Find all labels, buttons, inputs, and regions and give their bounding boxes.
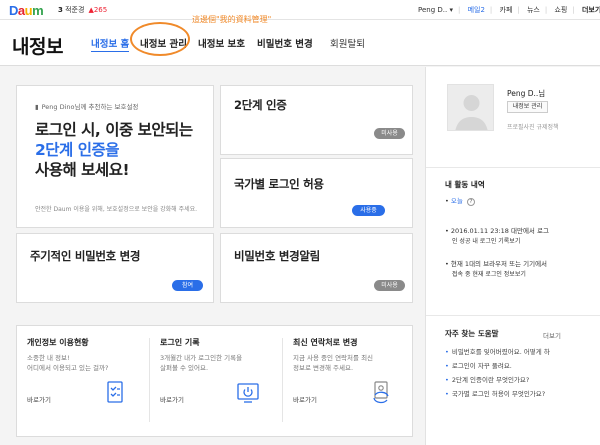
tab-password-change[interactable]: 비밀번호 변경 — [257, 36, 313, 50]
help-icon[interactable]: ? — [466, 198, 475, 206]
status-badge[interactable]: 미사용 — [374, 280, 405, 291]
item-desc: 지금 사용 중인 연락처를 최신 정보로 변경해 주세요. — [293, 354, 374, 372]
help-more-link[interactable]: 더보기 — [543, 330, 561, 340]
pin-icon: ▮ — [35, 103, 39, 111]
annotation-circle — [130, 22, 190, 56]
go-link[interactable]: 바로가기 — [160, 394, 184, 404]
two-step-card[interactable]: 2단계 인증 미사용 — [220, 85, 413, 155]
tab-myinfo-home[interactable]: 내정보 홈 — [91, 36, 130, 52]
nav-mail[interactable]: 메일2 — [468, 6, 485, 14]
help-heading: 자주 찾는 도움말 — [445, 329, 499, 338]
status-badge[interactable]: 참여 — [172, 280, 203, 291]
top-nav: Peng D.. ▾| 메일2| 카페| 뉴스| 쇼핑| 더보기 ▾ — [418, 5, 600, 15]
card-title: 비밀번호 변경알림 — [234, 249, 320, 263]
divider — [426, 167, 600, 168]
card-title: 2단계 인증 — [234, 98, 287, 112]
card-title: 국가별 로그인 허용 — [234, 177, 324, 191]
profile-photo-policy-link[interactable]: 프로필사진 규제정책 — [507, 122, 559, 131]
annotation-text: 這邊個"我的資料管理" — [192, 15, 272, 24]
promo-line-3: 사용해 보세요! — [35, 161, 130, 179]
tab-withdraw[interactable]: 회원탈퇴 — [330, 36, 365, 50]
help-item[interactable]: • 비밀번호를 잊어버렸어요. 어떻게 하 — [445, 346, 550, 356]
periodic-password-card[interactable]: 주기적인 비밀번호 변경 참여 — [16, 233, 214, 303]
nav-more[interactable]: 더보기 ▾ — [582, 6, 600, 14]
contact-update-item[interactable]: 최신 연락처로 변경 지금 사용 중인 연락처를 최신 정보로 변경해 주세요. … — [283, 326, 414, 438]
go-link[interactable]: 바로가기 — [293, 394, 317, 404]
activity-item[interactable]: • 현재 1대의 브라우저 또는 기기에서 접속 중 현재 로그인 정보보기 — [445, 259, 547, 280]
profile-name: Peng D..님 — [507, 89, 546, 98]
activity-item[interactable]: • 오늘 ? — [445, 196, 475, 217]
help-item[interactable]: • 국가별 로그인 허용이 무엇인가요? — [445, 388, 545, 398]
nav-news[interactable]: 뉴스 — [527, 6, 540, 14]
two-step-promo-card[interactable]: ▮ Peng Dino님께 추천하는 보호설정 로그인 시, 이중 보안되는 2단… — [16, 85, 214, 228]
item-title: 로그인 기록 — [160, 338, 200, 347]
password-alert-card[interactable]: 비밀번호 변경알림 미사용 — [220, 233, 413, 303]
help-item[interactable]: • 로그인이 자꾸 풀려요. — [445, 360, 512, 370]
nav-shopping[interactable]: 쇼핑 — [554, 6, 567, 14]
go-link[interactable]: 바로가기 — [27, 394, 51, 404]
login-history-item[interactable]: 로그인 기록 3개월간 내가 로그인한 기록을 살펴볼 수 있어요. 바로가기 — [150, 326, 282, 438]
recommend-tag: ▮ Peng Dino님께 추천하는 보호설정 — [35, 103, 139, 111]
promo-line-2: 2단계 인증을 — [35, 141, 119, 159]
card-title: 주기적인 비밀번호 변경 — [30, 249, 141, 263]
status-badge[interactable]: 사용중 — [352, 205, 385, 216]
nav-cafe[interactable]: 카페 — [500, 6, 513, 14]
item-desc: 3개월간 내가 로그인한 기록을 살펴볼 수 있어요. — [160, 354, 243, 372]
avatar[interactable] — [447, 84, 494, 131]
promo-desc: 안전한 Daum 이용을 위해, 보호설정으로 보안을 강화해 주세요. — [35, 206, 198, 213]
privacy-usage-item[interactable]: 개인정보 이용현황 소중한 내 정보! 어디에서 이용되고 있는 걸까? 바로가기 — [17, 326, 149, 438]
help-item[interactable]: • 2단계 인증이란 무엇인가요? — [445, 374, 529, 384]
item-title: 최신 연락처로 변경 — [293, 338, 358, 347]
power-icon — [237, 383, 259, 403]
activity-heading: 내 활동 내역 — [445, 180, 485, 189]
item-title: 개인정보 이용현황 — [27, 338, 89, 347]
quick-links: 개인정보 이용현황 소중한 내 정보! 어디에서 이용되고 있는 걸까? 바로가기… — [16, 325, 413, 437]
myinfo-manage-button[interactable]: 내정보 관리 — [507, 101, 548, 113]
promo-line-1: 로그인 시, 이중 보안되는 — [35, 121, 193, 139]
country-login-card[interactable]: 국가별 로그인 허용 사용중 — [220, 158, 413, 228]
item-desc: 소중한 내 정보! 어디에서 이용되고 있는 걸까? — [27, 354, 109, 372]
activity-item[interactable]: • 2016.01.11 23:18 대만에서 로그 인 성공 내 로그인 기록보… — [445, 226, 549, 247]
page-title: 내정보 — [12, 36, 63, 58]
user-silhouette-icon — [448, 85, 493, 130]
divider — [426, 315, 600, 316]
contact-refresh-icon — [373, 381, 389, 404]
document-check-icon — [107, 381, 123, 403]
daum-logo[interactable]: Daum — [9, 3, 44, 18]
status-badge[interactable]: 미사용 — [374, 128, 405, 139]
realtime-keyword[interactable]: 3 적준경 ▲265 — [58, 5, 107, 15]
user-menu[interactable]: Peng D.. ▾ — [418, 6, 453, 14]
tab-myinfo-protect[interactable]: 내정보 보호 — [198, 36, 245, 50]
